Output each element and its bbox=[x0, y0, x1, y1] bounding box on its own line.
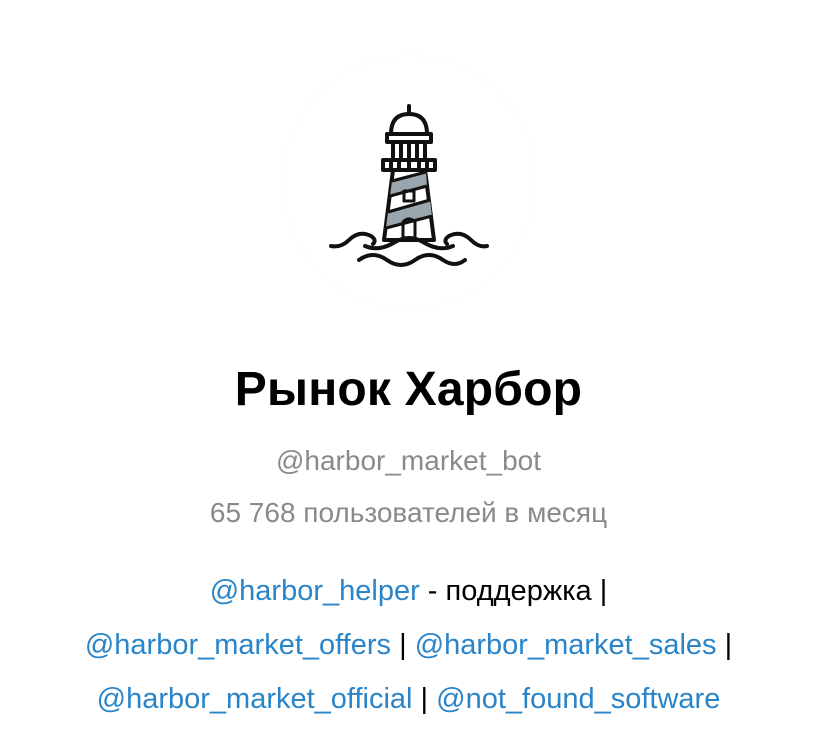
bot-description: @harbor_helper - поддержка | @harbor_mar… bbox=[0, 564, 817, 726]
bot-name: Рынок Харбор bbox=[234, 363, 583, 416]
link-harbor-market-offers[interactable]: @harbor_market_offers bbox=[85, 629, 391, 661]
link-harbor-helper[interactable]: @harbor_helper bbox=[210, 575, 420, 607]
description-line-2: @harbor_market_offers | @harbor_market_s… bbox=[0, 618, 817, 672]
description-line-1: @harbor_helper - поддержка | bbox=[0, 564, 817, 618]
bot-username: @harbor_market_bot bbox=[275, 445, 541, 476]
link-not-found-software[interactable]: @not_found_software bbox=[436, 683, 720, 715]
link-harbor-market-sales[interactable]: @harbor_market_sales bbox=[415, 629, 717, 661]
link-harbor-market-official[interactable]: @harbor_market_official bbox=[97, 683, 413, 715]
separator: | bbox=[716, 629, 733, 661]
lighthouse-icon bbox=[329, 104, 489, 267]
monthly-users: 65 768 пользователей в месяц bbox=[209, 497, 608, 528]
description-line-3: @harbor_market_official | @not_found_sof… bbox=[0, 672, 817, 726]
support-label: - поддержка | bbox=[419, 575, 608, 607]
separator: | bbox=[391, 629, 415, 661]
separator: | bbox=[412, 683, 437, 715]
avatar bbox=[283, 56, 535, 308]
